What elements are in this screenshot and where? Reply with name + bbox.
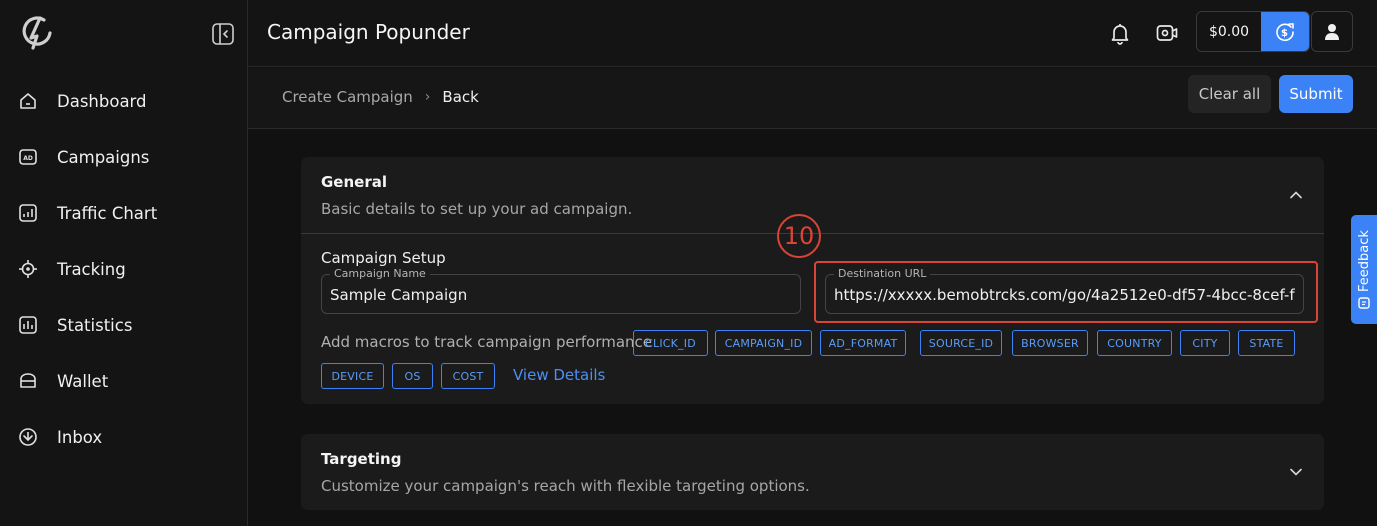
balance-widget: $0.00 $ bbox=[1196, 11, 1310, 52]
campaign-setup-label: Campaign Setup bbox=[321, 249, 446, 267]
clear-all-button[interactable]: Clear all bbox=[1188, 75, 1271, 113]
targeting-section[interactable]: Targeting Customize your campaign's reac… bbox=[301, 434, 1324, 510]
svg-text:AD: AD bbox=[23, 155, 33, 162]
video-record-icon[interactable] bbox=[1155, 21, 1179, 45]
sidebar-item-tracking[interactable]: Tracking bbox=[0, 241, 247, 297]
chevron-down-icon[interactable] bbox=[1288, 464, 1304, 480]
section-title: Targeting bbox=[321, 450, 402, 468]
app-logo-icon[interactable] bbox=[20, 14, 54, 52]
macro-city[interactable]: CITY bbox=[1180, 330, 1230, 356]
inbox-icon bbox=[19, 428, 37, 446]
chart-icon bbox=[19, 204, 37, 222]
sidebar-item-label: Wallet bbox=[57, 371, 109, 391]
sidebar-item-label: Statistics bbox=[57, 315, 133, 335]
macro-state[interactable]: STATE bbox=[1238, 330, 1295, 356]
chevron-up-icon[interactable] bbox=[1288, 187, 1304, 203]
sidebar-item-wallet[interactable]: Wallet bbox=[0, 353, 247, 409]
macro-source-id[interactable]: SOURCE_ID bbox=[920, 330, 1002, 356]
breadcrumb-chevron-icon: › bbox=[424, 89, 431, 105]
bell-icon[interactable] bbox=[1108, 21, 1132, 45]
balance-amount: $0.00 bbox=[1197, 12, 1261, 51]
sidebar-item-label: Tracking bbox=[57, 259, 126, 279]
macro-ad-format[interactable]: AD_FORMAT bbox=[820, 330, 906, 356]
step-number-badge: 10 bbox=[777, 214, 821, 258]
profile-button[interactable] bbox=[1311, 11, 1353, 52]
user-icon bbox=[1325, 23, 1339, 40]
section-description: Customize your campaign's reach with fle… bbox=[321, 477, 810, 495]
sidebar-item-campaigns[interactable]: AD Campaigns bbox=[0, 129, 247, 185]
destination-url-label: Destination URL bbox=[834, 267, 931, 281]
campaign-name-field[interactable]: Campaign Name Sample Campaign bbox=[321, 267, 801, 314]
sidebar-item-statistics[interactable]: Statistics bbox=[0, 297, 247, 353]
feedback-tab[interactable]: Feedback bbox=[1351, 215, 1377, 324]
submit-button[interactable]: Submit bbox=[1279, 75, 1353, 113]
campaign-name-label: Campaign Name bbox=[330, 267, 430, 281]
feedback-icon bbox=[1358, 297, 1370, 309]
target-icon bbox=[19, 260, 37, 278]
sidebar-item-label: Traffic Chart bbox=[57, 203, 158, 223]
feedback-text: Feedback bbox=[1356, 230, 1372, 292]
sidebar-item-dashboard[interactable]: Dashboard bbox=[0, 73, 247, 129]
macro-country[interactable]: COUNTRY bbox=[1097, 330, 1172, 356]
feedback-label: Feedback bbox=[1351, 215, 1377, 324]
macro-cost[interactable]: COST bbox=[441, 363, 495, 389]
sidebar-item-traffic-chart[interactable]: Traffic Chart bbox=[0, 185, 247, 241]
sidebar-nav: Dashboard AD Campaigns Traffic Chart Tra… bbox=[0, 73, 247, 465]
general-section: General Basic details to set up your ad … bbox=[301, 157, 1324, 404]
campaign-name-input[interactable]: Sample Campaign bbox=[330, 286, 792, 304]
top-bar: Campaign Popunder $0.00 $ bbox=[248, 0, 1377, 67]
add-funds-icon: $ bbox=[1276, 22, 1294, 41]
view-details-link[interactable]: View Details bbox=[513, 366, 605, 384]
macro-browser[interactable]: BROWSER bbox=[1012, 330, 1088, 356]
sidebar-item-label: Inbox bbox=[57, 427, 103, 447]
collapse-sidebar-icon[interactable] bbox=[212, 23, 234, 45]
statistics-icon bbox=[19, 316, 37, 334]
ad-icon: AD bbox=[19, 149, 37, 165]
sidebar: Dashboard AD Campaigns Traffic Chart Tra… bbox=[0, 0, 248, 526]
breadcrumb: Create Campaign › Back bbox=[282, 88, 479, 106]
macro-click-id[interactable]: CLICK_ID bbox=[633, 330, 708, 356]
section-title: General bbox=[321, 173, 387, 191]
sidebar-item-label: Dashboard bbox=[57, 91, 147, 111]
breadcrumb-create-campaign[interactable]: Create Campaign bbox=[282, 88, 413, 106]
breadcrumb-back[interactable]: Back bbox=[442, 88, 478, 106]
wallet-icon bbox=[20, 373, 36, 388]
svg-text:$: $ bbox=[1281, 28, 1288, 39]
macro-campaign-id[interactable]: CAMPAIGN_ID bbox=[715, 330, 812, 356]
destination-url-field[interactable]: Destination URL https://xxxxx.bemobtrcks… bbox=[825, 267, 1304, 314]
sidebar-item-label: Campaigns bbox=[57, 147, 150, 167]
home-icon bbox=[20, 93, 36, 109]
macro-device[interactable]: DEVICE bbox=[321, 363, 384, 389]
destination-url-input[interactable]: https://xxxxx.bemobtrcks.com/go/4a2512e0… bbox=[834, 286, 1295, 304]
section-description: Basic details to set up your ad campaign… bbox=[321, 200, 633, 218]
macros-label: Add macros to track campaign performance bbox=[321, 333, 653, 351]
sidebar-item-inbox[interactable]: Inbox bbox=[0, 409, 247, 465]
add-funds-button[interactable]: $ bbox=[1261, 12, 1309, 51]
macro-os[interactable]: OS bbox=[392, 363, 433, 389]
page-title: Campaign Popunder bbox=[267, 20, 470, 44]
sub-header: Create Campaign › Back Clear all Submit bbox=[248, 68, 1377, 129]
